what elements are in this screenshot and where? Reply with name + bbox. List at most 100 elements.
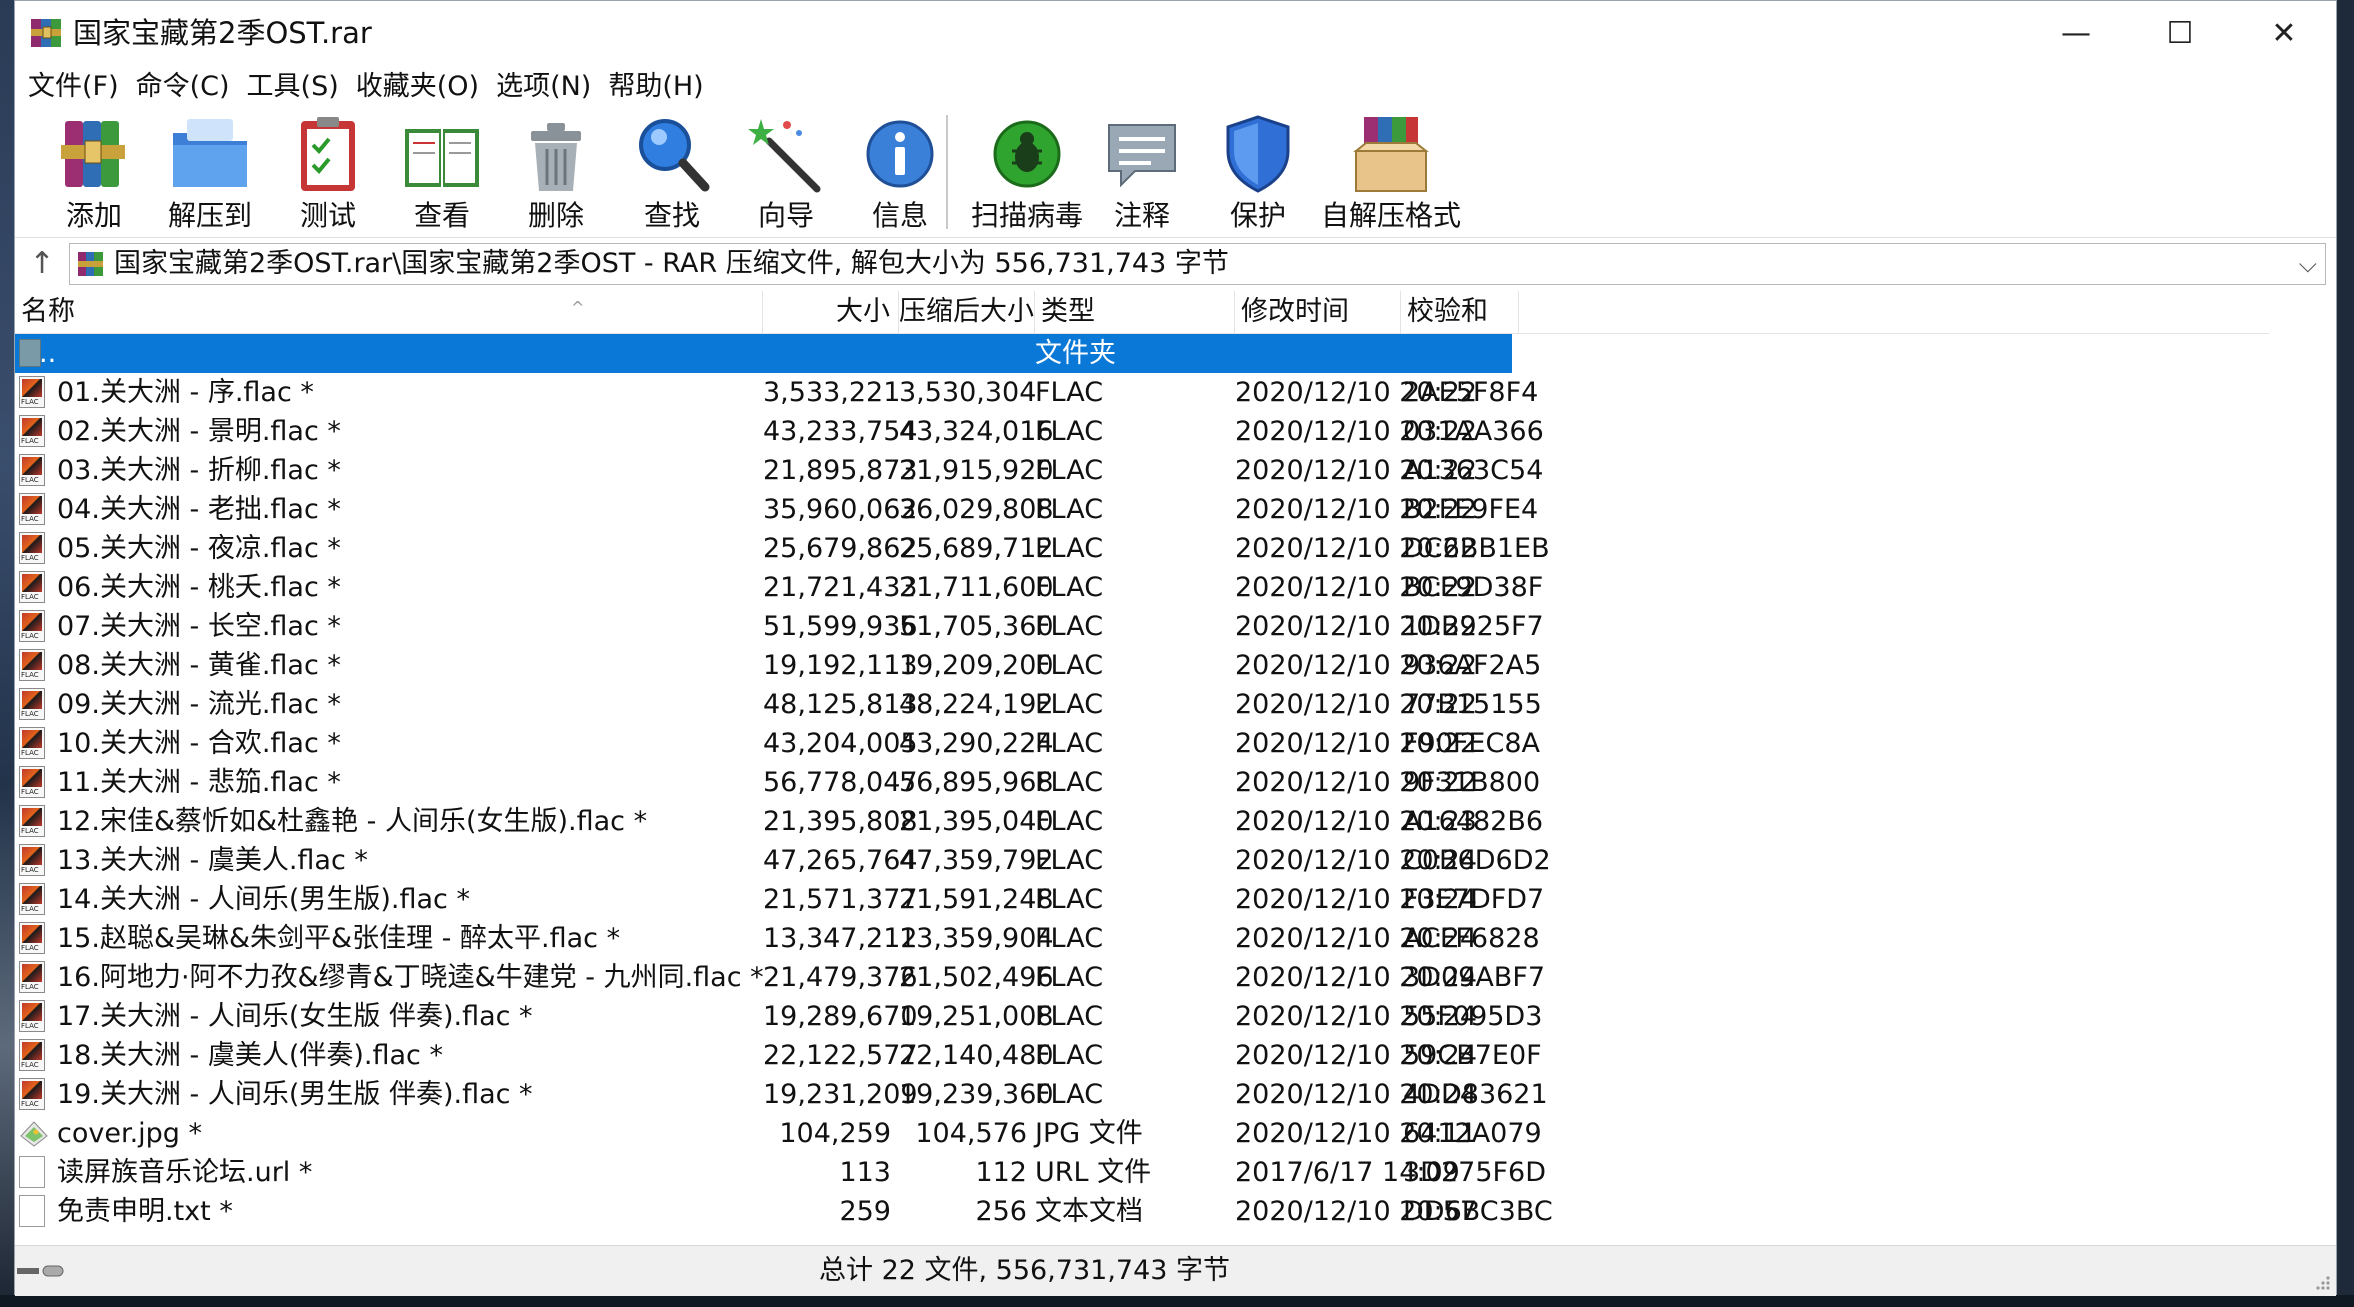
file-size: 25,679,862 <box>763 533 918 564</box>
menu-commands[interactable]: 命令(C) <box>129 67 237 107</box>
file-row[interactable]: cover.jpg * 104,259 104,576 JPG 文件 2020/12/1… <box>15 1114 1542 1153</box>
protect-button[interactable]: 保护 <box>1215 111 1301 235</box>
file-type: FLAC <box>1035 884 1104 915</box>
file-row[interactable]: 10.关大洲 - 合欢.flac * 43,204,00543,290,224FL… <box>15 724 1540 763</box>
extract-to-button[interactable]: 解压到 <box>167 111 253 235</box>
file-row[interactable]: 15.赵聪&吴琳&朱剑平&张佳理 - 醉太平.flac * 13,347,2121… <box>15 919 1540 958</box>
file-type: FLAC <box>1035 572 1104 603</box>
file-row[interactable]: 14.关大洲 - 人间乐(男生版).flac * 21,571,37721,591… <box>15 880 1544 919</box>
menu-bar: 文件(F) 命令(C) 工具(S) 收藏夹(O) 选项(N) 帮助(H) <box>15 65 2336 109</box>
file-row[interactable]: 06.关大洲 - 桃夭.flac * 21,721,43321,711,600FL… <box>15 568 1543 607</box>
minimize-button[interactable]: — <box>2024 1 2128 65</box>
flac-file-icon <box>19 1078 45 1110</box>
menu-options[interactable]: 选项(N) <box>489 67 598 107</box>
file-row[interactable]: 11.关大洲 - 悲笳.flac * 56,778,04756,895,968FL… <box>15 763 1540 802</box>
file-crc: 6412A079 <box>1403 1118 1542 1149</box>
comment-button[interactable]: 注释 <box>1099 111 1185 235</box>
wizard-button[interactable]: 向导 <box>743 111 829 235</box>
file-name: 11.关大洲 - 悲笳.flac * <box>57 767 341 798</box>
find-label: 查找 <box>643 199 700 232</box>
find-button[interactable]: 查找 <box>629 111 715 235</box>
file-packed-size: 112 <box>975 1157 1027 1188</box>
file-type: FLAC <box>1035 767 1104 798</box>
file-row[interactable]: 读屏族音乐论坛.url * 113 112 URL 文件 2017/6/17 14:09… <box>15 1153 1546 1192</box>
file-row[interactable]: 12.宋佳&蔡忻如&杜鑫艳 - 人间乐(女生版).flac * 21,395,80… <box>15 802 1543 841</box>
flac-file-icon <box>19 493 45 525</box>
file-name: 04.关大洲 - 老拙.flac * <box>57 494 341 525</box>
file-size: 259 <box>839 1196 891 1227</box>
file-row[interactable]: 07.关大洲 - 长空.flac * 51,599,93651,705,360FL… <box>15 607 1544 646</box>
parent-folder-row[interactable]: .. 文件夹 <box>15 334 1512 373</box>
drive-status-icon[interactable] <box>15 1258 67 1284</box>
file-size: 3,533,221 <box>763 377 901 408</box>
file-size: 48,125,813 <box>763 689 918 720</box>
menu-file[interactable]: 文件(F) <box>21 67 126 107</box>
file-row[interactable]: 01.关大洲 - 序.flac * 3,533,2213,530,304FLAC 2… <box>15 373 1538 412</box>
file-row[interactable]: 08.关大洲 - 黄雀.flac * 19,192,11319,209,200FL… <box>15 646 1541 685</box>
info-button[interactable]: 信息 <box>857 111 943 235</box>
close-button[interactable]: ✕ <box>2232 1 2336 65</box>
file-size: 35,960,062 <box>763 494 918 525</box>
file-row[interactable]: 02.关大洲 - 景明.flac * 43,233,75443,324,016FL… <box>15 412 1544 451</box>
file-name: 18.关大洲 - 虞美人(伴奏).flac * <box>57 1040 443 1071</box>
column-type-header[interactable]: 类型 <box>1035 291 1235 333</box>
column-modified-header[interactable]: 修改时间 <box>1235 291 1401 333</box>
file-row[interactable]: 免责申明.txt * 259 256 文本文档 2020/12/10 20:57 DD6B… <box>15 1192 1553 1231</box>
title-bar[interactable]: 国家宝藏第2季OST.rar — ☐ ✕ <box>15 1 2336 65</box>
file-list: .. 文件夹 01.关大洲 - 序.flac * 3,533,2213,530,3… <box>15 334 2269 1231</box>
flac-file-icon <box>19 805 45 837</box>
flac-file-icon <box>19 844 45 876</box>
maximize-button[interactable]: ☐ <box>2128 1 2232 65</box>
menu-favorites[interactable]: 收藏夹(O) <box>349 67 486 107</box>
file-row[interactable]: 04.关大洲 - 老拙.flac * 35,960,06236,029,808FL… <box>15 490 1538 529</box>
file-row[interactable]: 03.关大洲 - 折柳.flac * 21,895,87321,915,920FL… <box>15 451 1543 490</box>
column-name-header[interactable]: 名称 ^ <box>15 291 763 333</box>
flac-file-icon <box>19 415 45 447</box>
file-size: 21,395,808 <box>763 806 918 837</box>
desktop-taskbar-edge <box>0 1295 2354 1307</box>
file-row[interactable]: 18.关大洲 - 虞美人(伴奏).flac * 22,122,57722,140,… <box>15 1036 1542 1075</box>
up-level-button[interactable]: ↑ <box>23 245 61 283</box>
file-packed-size: 48,224,192 <box>899 689 1054 720</box>
path-field[interactable]: 国家宝藏第2季OST.rar\国家宝藏第2季OST - RAR 压缩文件, 解包… <box>69 243 2326 285</box>
column-size-header[interactable]: 大小 <box>763 291 899 333</box>
delete-button[interactable]: 删除 <box>513 111 599 235</box>
file-name: 03.关大洲 - 折柳.flac * <box>57 455 341 486</box>
file-crc: C0B6D6D2 <box>1403 845 1551 876</box>
file-row[interactable]: 09.关大洲 - 流光.flac * 48,125,81348,224,192FL… <box>15 685 1542 724</box>
file-name: 读屏族音乐论坛.url * <box>57 1157 313 1188</box>
file-type: FLAC <box>1035 689 1104 720</box>
sfx-box-icon <box>1353 117 1429 192</box>
virus-scan-button[interactable]: 扫描病毒 <box>971 111 1083 235</box>
file-packed-size: 21,711,600 <box>899 572 1054 603</box>
file-row[interactable]: 05.关大洲 - 夜凉.flac * 25,679,86225,689,712FL… <box>15 529 1550 568</box>
test-clipboard-icon <box>301 117 355 191</box>
winrar-app-icon <box>31 19 61 47</box>
file-name: 08.关大洲 - 黄雀.flac * <box>57 650 341 681</box>
magnifier-icon <box>639 119 710 192</box>
file-size: 56,778,047 <box>763 767 918 798</box>
add-button[interactable]: 添加 <box>51 111 137 235</box>
file-type: FLAC <box>1035 650 1104 681</box>
file-row[interactable]: 19.关大洲 - 人间乐(男生版 伴奏).flac * 19,231,20919,… <box>15 1075 1548 1114</box>
file-name: 14.关大洲 - 人间乐(男生版).flac * <box>57 884 470 915</box>
view-button[interactable]: 查看 <box>399 111 485 235</box>
window-title: 国家宝藏第2季OST.rar <box>73 16 372 50</box>
file-name: 05.关大洲 - 夜凉.flac * <box>57 533 341 564</box>
file-row[interactable]: 13.关大洲 - 虞美人.flac * 47,265,76447,359,792F… <box>15 841 1551 880</box>
column-packed-header[interactable]: 压缩后大小 <box>899 291 1035 333</box>
file-crc: 59CB7E0F <box>1403 1040 1542 1071</box>
file-crc: F90FEC8A <box>1403 728 1540 759</box>
file-crc: 2AE5F8F4 <box>1403 377 1539 408</box>
column-crc-header[interactable]: 校验和 <box>1401 291 1519 333</box>
resize-grip-icon[interactable] <box>2312 1272 2332 1292</box>
menu-tools[interactable]: 工具(S) <box>240 67 346 107</box>
wizard-label: 向导 <box>757 199 814 232</box>
file-row[interactable]: 17.关大洲 - 人间乐(女生版 伴奏).flac * 19,289,67019,… <box>15 997 1542 1036</box>
file-row[interactable]: 16.阿地力·阿不力孜&缪青&丁晓逵&牛建党 - 九州同.flac *21,47… <box>15 958 1545 997</box>
file-size: 113 <box>839 1157 891 1188</box>
sfx-button[interactable]: 自解压格式 <box>1321 111 1461 235</box>
menu-help[interactable]: 帮助(H) <box>601 67 710 107</box>
test-button[interactable]: 测试 <box>285 111 371 235</box>
path-dropdown-icon[interactable]: ⌵ <box>2299 245 2317 283</box>
